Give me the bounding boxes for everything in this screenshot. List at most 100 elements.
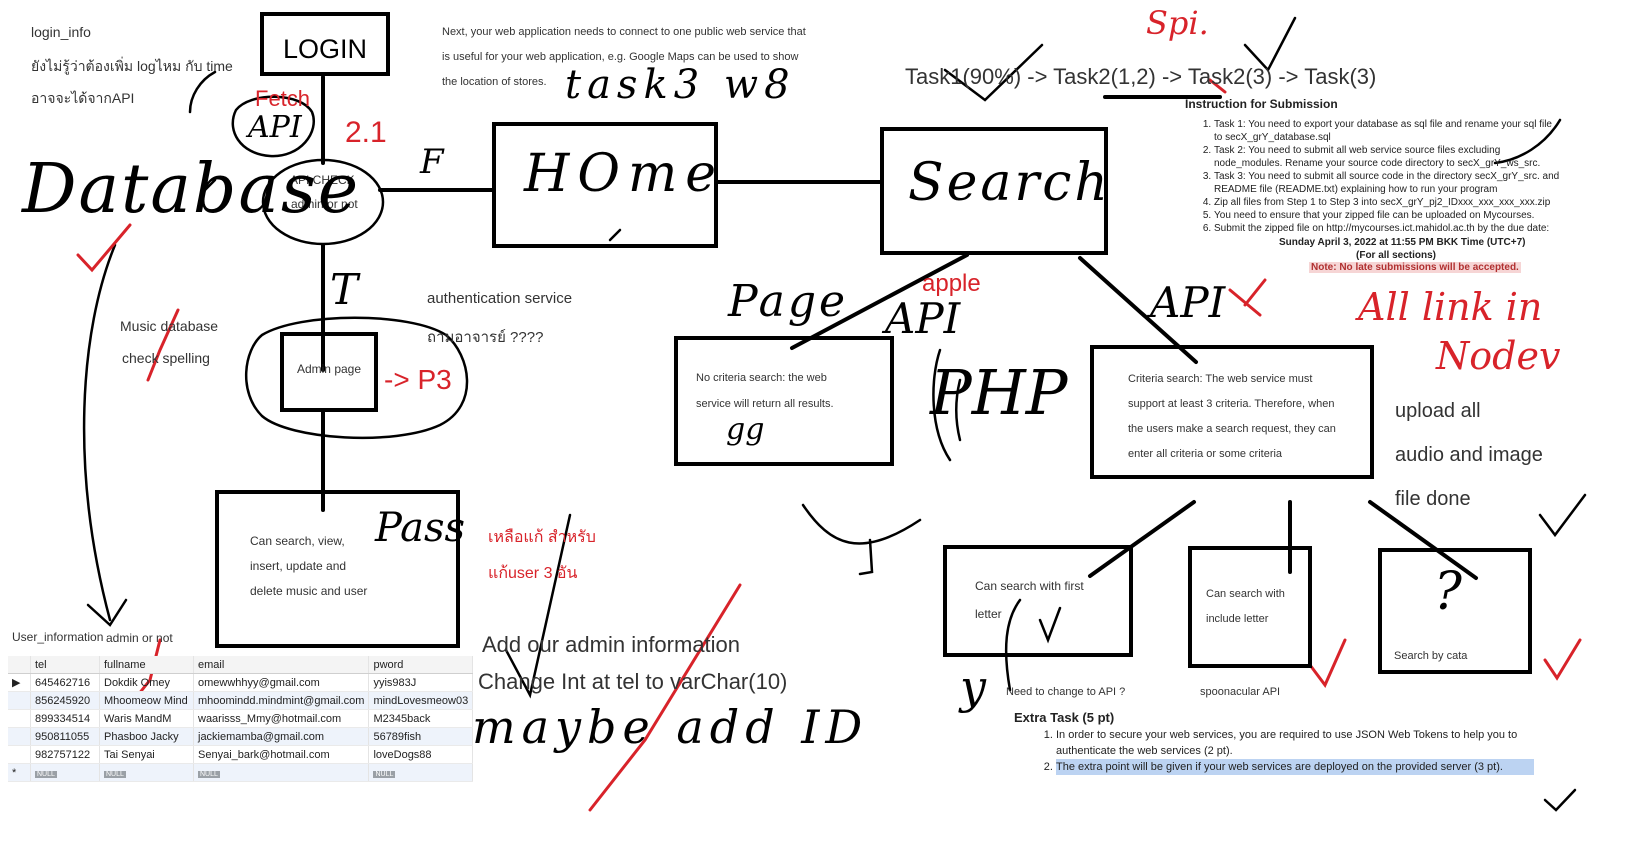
include-letter-node: Can search with include letter [1188,546,1312,668]
thai-fix-note-1: เหลือแก้ สำหรับ [488,529,596,546]
table-cell[interactable]: Phasboo Jacky [99,727,194,746]
table-cell[interactable]: Tai Senyai [99,745,194,764]
change-int-note: Change Int at tel to varChar(10) [478,669,788,694]
table-cell[interactable]: 56789fish [368,727,474,746]
pass-handwritten: Pass [375,505,466,551]
instruction-item: Submit the zipped file on http://mycours… [1214,222,1562,235]
criteria-line-2: support at least 3 criteria. Therefore, … [1128,398,1335,410]
admin-or-not-note: admin or not [106,631,173,645]
search-node: Search [880,127,1108,255]
due-date: Sunday April 3, 2022 at 11:55 PM BKK Tim… [1279,237,1526,248]
instruction-item: Task 3: You need to submit all source co… [1214,170,1562,196]
tasks-progress-line: Task1(90%) -> Task2(1,2) -> Task2(3) -> … [905,64,1377,89]
true-branch-label: T [330,265,359,314]
gg-handwritten: gg [726,412,765,447]
table-row[interactable]: 982757122 Tai Senyai Senyai_bark@hotmail… [8,745,474,764]
instruction-item: You need to ensure that your zipped file… [1214,209,1562,222]
log-time-note: ยังไม่รู้ว่าต้องเพิ่ม logไหม กับ time [31,58,233,74]
table-row[interactable]: 856245920 Mhoomeow Mind mhoomindd.mindmi… [8,691,474,710]
search-label: Search [908,153,1111,213]
search-by-cata-label: Search by cata [1394,650,1468,662]
extra-task-item: In order to secure your web services, yo… [1056,727,1534,759]
table-row[interactable]: 899334514 Waris MandM waarisss_Mmy@hotma… [8,709,474,728]
web-service-note-1: Next, your web application needs to conn… [442,26,806,38]
step-2-1-label: 2.1 [345,116,387,149]
table-cell[interactable]: 950811055 [30,727,100,746]
extra-task-item-highlighted: The extra point will be given if your we… [1056,759,1534,775]
login-node: LOGIN [260,12,390,76]
table-cell[interactable]: Senyai_bark@hotmail.com [193,745,370,764]
no-criteria-node: No criteria search: the web service will… [674,336,894,466]
login-info-note: login_info [31,24,91,40]
table-cell[interactable]: loveDogs88 [368,745,474,764]
current-row-marker: ▶ [8,673,31,692]
table-row[interactable]: ▶ 645462716 Dokdik Omey omewwhhyy@gmail.… [8,673,474,692]
instructions-list: Task 1: You need to export your database… [1192,118,1562,235]
table-cell[interactable]: omewwhhyy@gmail.com [193,673,370,692]
include-letter-line-1: Can search with [1206,588,1285,600]
fetch-label: Fetch [255,86,311,111]
null-badge: NULL [373,770,396,778]
table-cell[interactable]: 645462716 [30,673,100,692]
maybe-add-id-handwritten: maybe add ID [472,700,869,754]
table-cell[interactable]: 856245920 [30,691,100,710]
spoonacular-note: spoonacular API [1200,686,1281,698]
table-row[interactable]: 950811055 Phasboo Jacky jackiemamba@gmai… [8,727,474,746]
check-spelling-note: check spelling [122,350,210,366]
table-cell[interactable]: mindLovesmeow03 [368,691,474,710]
table-new-row[interactable]: * NULL NULL NULL NULL [8,763,474,782]
capability-line-1: Can search, view, [250,534,345,548]
table-cell[interactable]: Dokdik Omey [99,673,194,692]
table-header-row: tel fullname email pword [8,656,474,674]
criteria-line-3: the users make a search request, they ca… [1128,423,1336,435]
task3-w8-handwritten: task3 w8 [565,62,796,108]
api-handwritten: API [248,110,302,145]
column-header[interactable]: tel [30,656,100,674]
api-handwritten-center: API [885,294,961,343]
p3-label: -> P3 [384,364,452,395]
table-cell[interactable]: M2345back [368,709,474,728]
need-change-api-note: Need to change to API ? [1006,686,1126,698]
auth-service-note: authentication service [427,290,573,307]
home-label: HOme [524,144,725,204]
criteria-line-1: Criteria search: The web service must [1128,373,1313,385]
extra-task-list: In order to secure your web services, yo… [1034,727,1534,775]
upload-note-2: audio and image [1395,444,1543,466]
extra-task-title: Extra Task (5 pt) [1014,710,1115,725]
null-badge: NULL [35,770,57,778]
new-row-marker: * [8,763,31,782]
table-cell[interactable]: 982757122 [30,745,100,764]
nodev-handwritten: Nodev [1436,334,1561,378]
table-cell[interactable]: jackiemamba@gmail.com [193,727,370,746]
first-letter-node: Can search with first letter [943,545,1133,657]
instructions-title: Instruction for Submission [1185,97,1338,111]
table-cell[interactable]: yyis983J [368,673,474,692]
table-cell[interactable]: 899334514 [30,709,100,728]
table-cell[interactable]: waarisss_Mmy@hotmail.com [193,709,370,728]
null-badge: NULL [104,770,126,778]
thai-fix-note-2: แก้user 3 อัน [488,565,578,582]
table-cell[interactable]: Mhoomeow Mind [99,691,194,710]
false-branch-label: F [420,142,444,182]
column-header[interactable]: email [193,656,370,674]
first-letter-line-1: Can search with first [975,579,1084,593]
null-badge: NULL [198,770,220,778]
criteria-line-4: enter all criteria or some criteria [1128,448,1283,460]
database-handwritten: Database [22,150,361,229]
table-cell[interactable]: mhoomindd.mindmint@gmail.com [193,691,370,710]
login-label: LOGIN [282,34,368,64]
column-header[interactable]: pword [368,656,474,674]
music-database-note: Music database [120,318,219,334]
upload-note-3: file done [1395,488,1471,510]
capability-line-3: delete music and user [250,584,368,598]
admin-page-node: Admin page [280,332,378,412]
first-letter-line-2: letter [975,607,1002,621]
table-cell[interactable]: Waris MandM [99,709,194,728]
api-handwritten-right: API [1150,278,1226,327]
all-sections-note: (For all sections) [1356,250,1437,261]
admin-page-label: Admin page [296,362,362,376]
instruction-item: Task 1: You need to export your database… [1214,118,1562,144]
column-header[interactable]: fullname [99,656,194,674]
instruction-item: Zip all files from Step 1 to Step 3 into… [1214,196,1562,209]
web-service-note-3: the location of stores. [442,76,547,88]
